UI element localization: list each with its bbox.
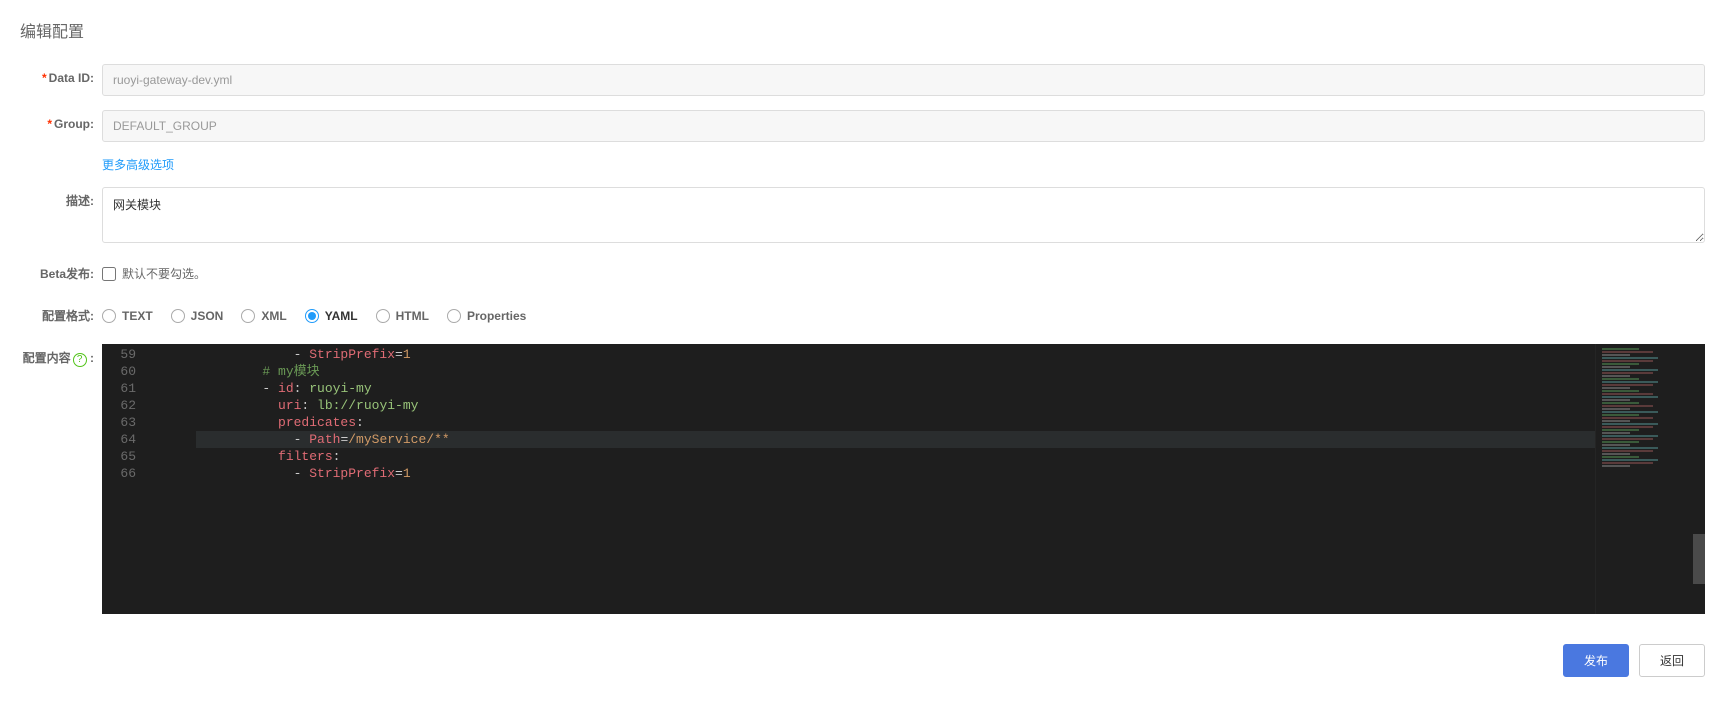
beta-label: Beta发布:: [20, 260, 102, 288]
format-json[interactable]: JSON: [171, 302, 224, 330]
help-icon[interactable]: ?: [73, 353, 87, 367]
data-id-input[interactable]: [102, 64, 1705, 96]
minimap[interactable]: [1595, 344, 1705, 614]
publish-button[interactable]: 发布: [1563, 644, 1629, 677]
beta-hint: 默认不要勾选。: [122, 260, 206, 288]
format-radio-group: TEXT JSON XML YAML HTML Properties: [102, 302, 1705, 330]
code-editor[interactable]: 5960616263646566 - StripPrefix=1 # my模块 …: [102, 344, 1705, 614]
more-options-link[interactable]: 更多高级选项: [102, 158, 174, 172]
format-text[interactable]: TEXT: [102, 302, 153, 330]
back-button[interactable]: 返回: [1639, 644, 1705, 677]
desc-label: 描述:: [20, 187, 102, 215]
group-input[interactable]: [102, 110, 1705, 142]
group-label: *Group:: [20, 110, 102, 138]
line-gutter: 5960616263646566: [102, 344, 144, 614]
format-yaml[interactable]: YAML: [305, 302, 358, 330]
data-id-label: *Data ID:: [20, 64, 102, 92]
format-properties[interactable]: Properties: [447, 302, 526, 330]
format-label: 配置格式:: [20, 302, 102, 330]
content-label: 配置内容? :: [20, 344, 102, 372]
scroll-thumb[interactable]: [1693, 534, 1705, 584]
page-title: 编辑配置: [20, 18, 1705, 42]
desc-textarea[interactable]: 网关模块: [102, 187, 1705, 243]
beta-checkbox[interactable]: [102, 267, 116, 281]
format-html[interactable]: HTML: [376, 302, 429, 330]
format-xml[interactable]: XML: [241, 302, 286, 330]
